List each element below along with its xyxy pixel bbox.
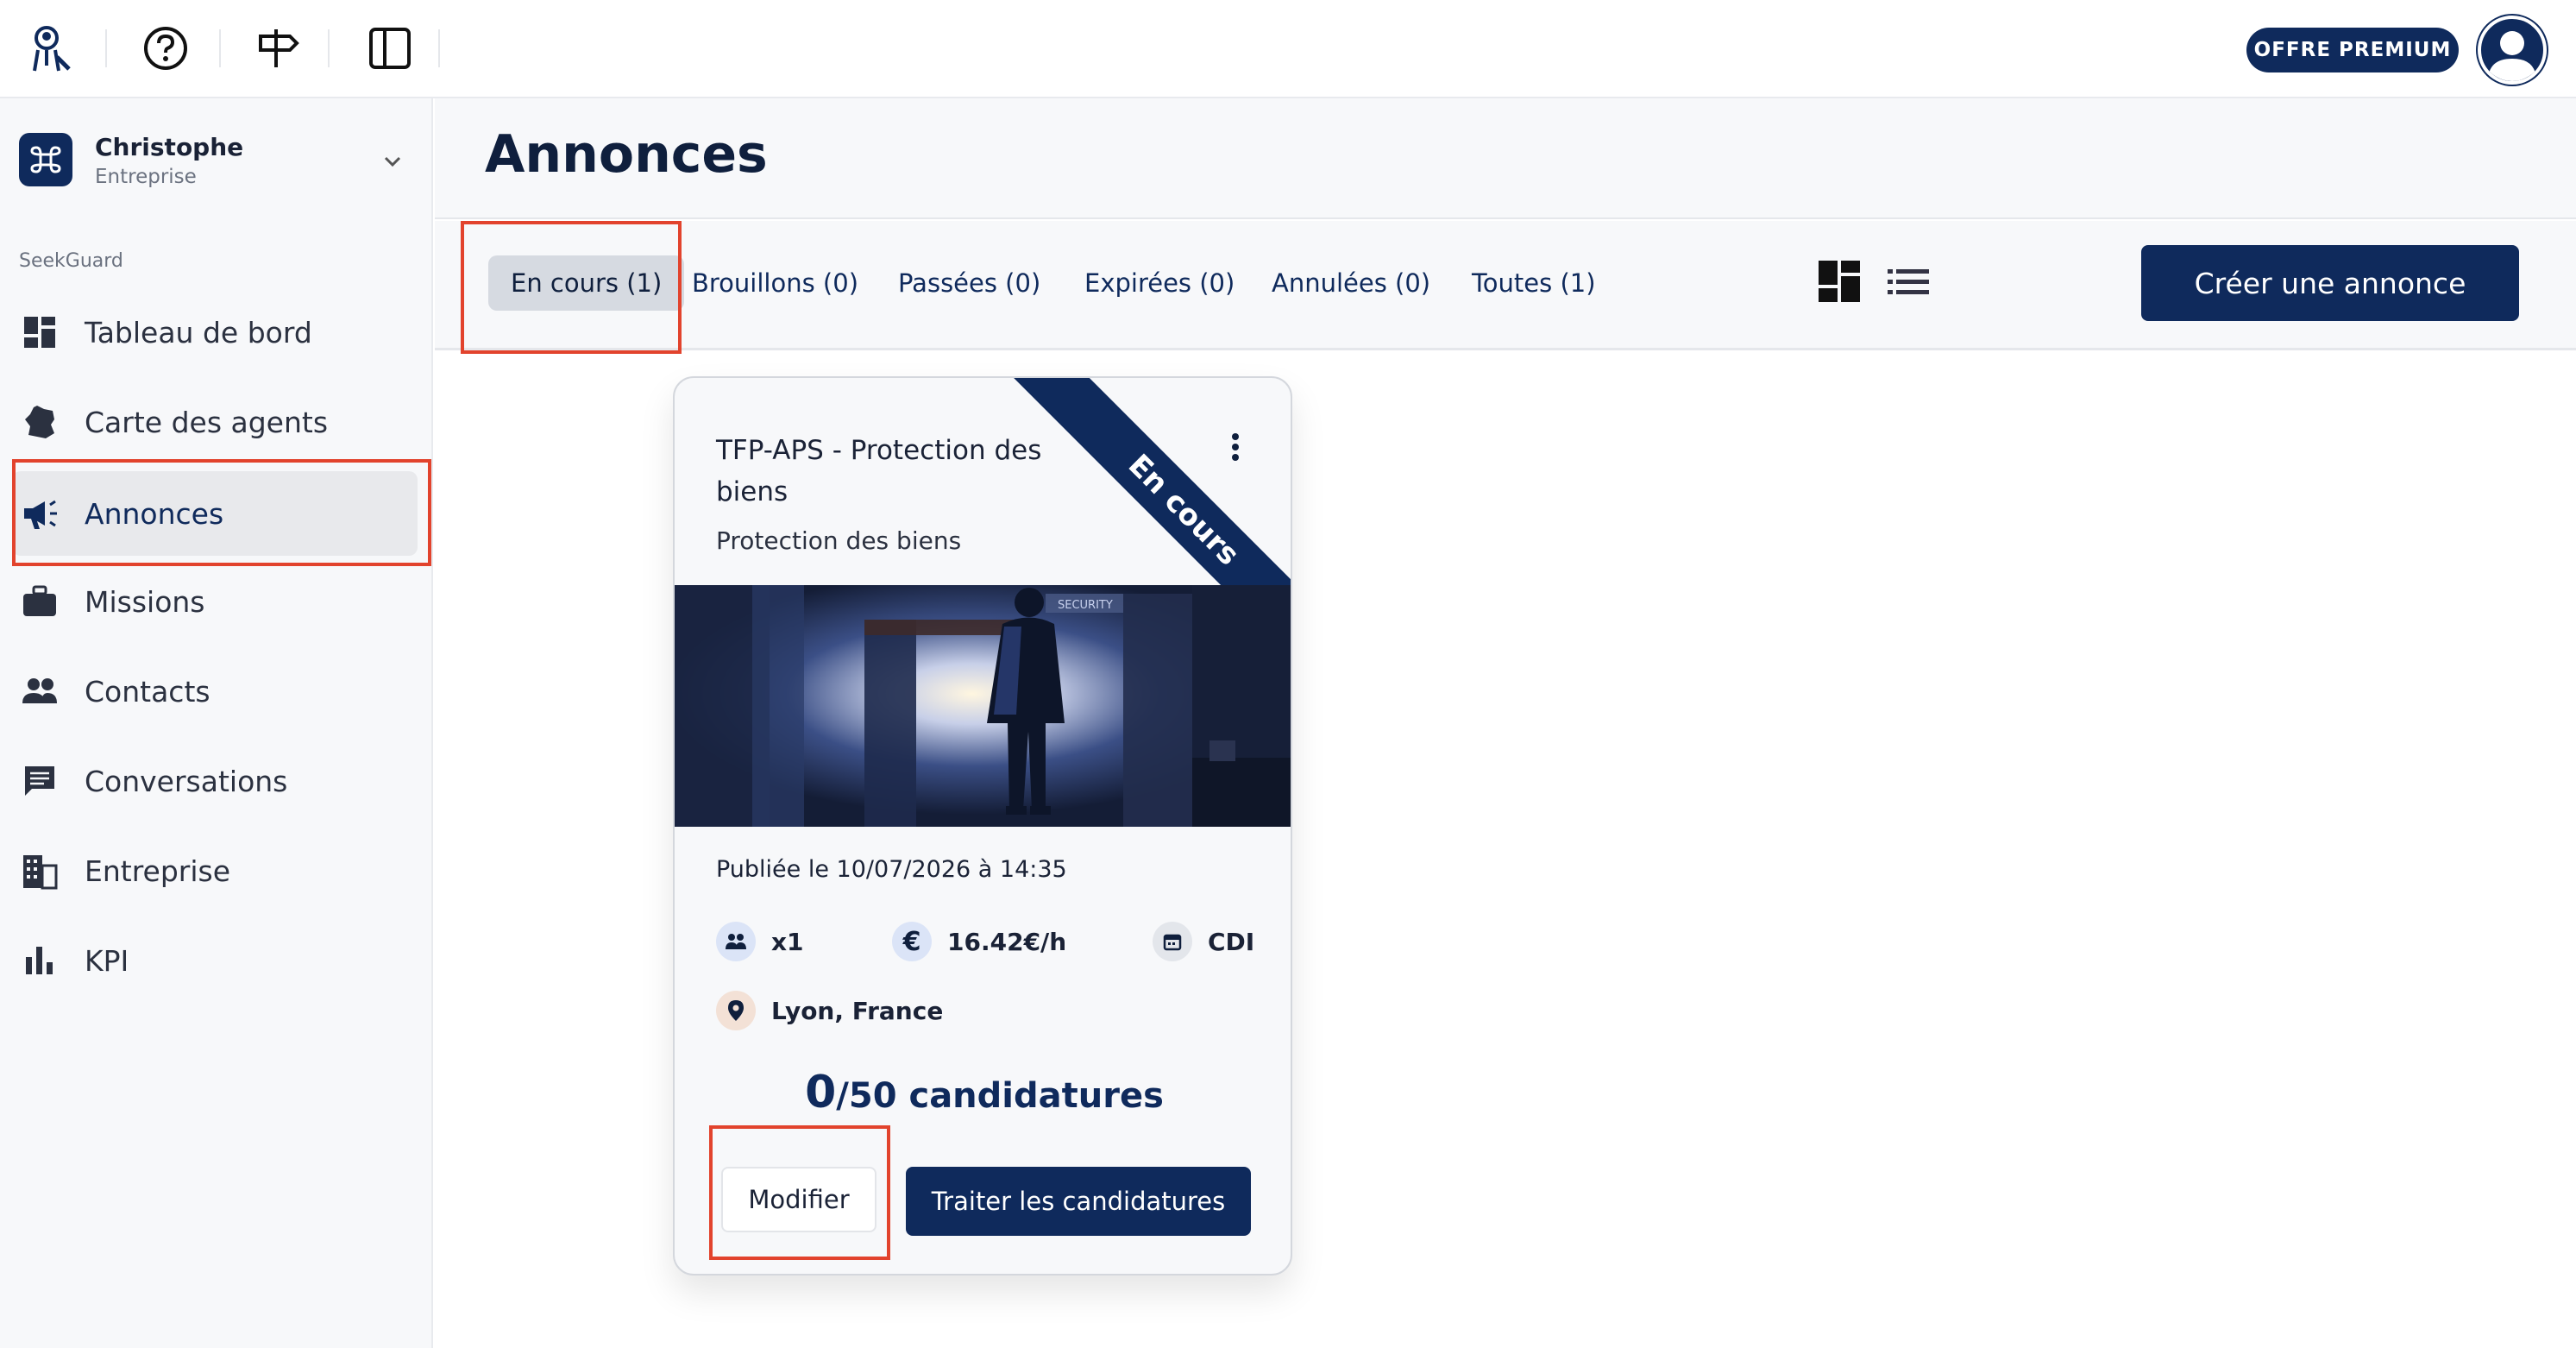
published-date: Publiée le 10/07/2026 à 14:35 bbox=[716, 856, 1067, 883]
sidebar-item-label: Entreprise bbox=[85, 854, 231, 888]
tab-passees[interactable]: Passées (0) bbox=[898, 255, 1040, 311]
avatar[interactable] bbox=[2478, 16, 2547, 85]
help-icon[interactable] bbox=[138, 21, 193, 76]
chevron-down-icon[interactable] bbox=[380, 148, 405, 174]
sidebar-item-kpi[interactable]: KPI bbox=[12, 918, 418, 1003]
announcement-card[interactable]: TFP-APS - Protection des biens Protectio… bbox=[673, 376, 1292, 1276]
contract-type-value: CDI bbox=[1208, 927, 1255, 956]
headcount: x1 bbox=[716, 920, 804, 963]
location-value: Lyon, France bbox=[771, 996, 944, 1025]
sidebar-item-label: Carte des agents bbox=[85, 405, 329, 439]
sidebar-item-label: Tableau de bord bbox=[85, 315, 312, 350]
building-icon bbox=[19, 850, 60, 891]
tab-annulees[interactable]: Annulées (0) bbox=[1272, 255, 1430, 311]
france-map-icon bbox=[19, 401, 60, 443]
sidebar-item-label: Contacts bbox=[85, 674, 210, 709]
modify-button[interactable]: Modifier bbox=[721, 1167, 876, 1232]
applications-total: /50 candidatures bbox=[836, 1076, 1164, 1116]
sidebar-item-entreprise[interactable]: Entreprise bbox=[12, 828, 418, 913]
hourly-rate: € 16.42€/h bbox=[892, 920, 1066, 963]
security-guard-image: SECURITY bbox=[675, 585, 1291, 827]
tab-toutes[interactable]: Toutes (1) bbox=[1472, 255, 1596, 311]
sidebar-section-label: SeekGuard bbox=[19, 250, 123, 272]
sidebar-item-tableau-de-bord[interactable]: Tableau de bord bbox=[12, 290, 418, 375]
sidebar-item-label: Conversations bbox=[85, 764, 288, 798]
tab-expirees[interactable]: Expirées (0) bbox=[1084, 255, 1235, 311]
card-subtitle: Protection des biens bbox=[716, 526, 962, 555]
list-view-icon[interactable] bbox=[1886, 259, 1931, 304]
sidebar-item-label: KPI bbox=[85, 943, 129, 978]
more-options-icon[interactable] bbox=[1227, 430, 1244, 464]
sidebar-item-label: Missions bbox=[85, 584, 205, 619]
create-announcement-button[interactable]: Créer une annonce bbox=[2141, 245, 2519, 321]
org-switcher[interactable]: Christophe Entreprise bbox=[19, 124, 401, 193]
sidebar-item-label: Annonces bbox=[85, 496, 224, 531]
process-applications-button[interactable]: Traiter les candidatures bbox=[906, 1167, 1251, 1236]
grid-view-icon[interactable] bbox=[1817, 259, 1862, 304]
sidebar-item-missions[interactable]: Missions bbox=[12, 559, 418, 644]
top-bar: OFFRE PREMIUM bbox=[0, 0, 2576, 98]
headcount-value: x1 bbox=[771, 927, 804, 956]
tab-brouillons[interactable]: Brouillons (0) bbox=[692, 255, 858, 311]
briefcase-icon bbox=[19, 581, 60, 622]
org-name: Christophe bbox=[95, 133, 244, 161]
security-sign-text: SECURITY bbox=[1058, 599, 1113, 612]
euro-icon: € bbox=[892, 922, 932, 961]
premium-offer-button[interactable]: OFFRE PREMIUM bbox=[2246, 28, 2459, 72]
sidebar-item-conversations[interactable]: Conversations bbox=[12, 739, 418, 823]
bar-chart-icon bbox=[19, 940, 60, 981]
location: Lyon, France bbox=[716, 989, 943, 1032]
people-icon bbox=[19, 671, 60, 712]
hourly-rate-value: 16.42€/h bbox=[947, 927, 1067, 956]
chat-icon bbox=[19, 760, 60, 802]
contract-type: CDI bbox=[1153, 920, 1254, 963]
command-icon bbox=[19, 133, 72, 186]
calendar-icon bbox=[1153, 922, 1192, 961]
applications-count: 0 bbox=[805, 1067, 837, 1118]
sidebar-item-contacts[interactable]: Contacts bbox=[12, 649, 418, 734]
page-title: Annonces bbox=[485, 124, 768, 185]
card-title: TFP-APS - Protection des biens bbox=[716, 435, 1042, 507]
org-type: Entreprise bbox=[95, 166, 197, 188]
signpost-icon[interactable] bbox=[250, 21, 305, 76]
sidebar-item-annonces[interactable]: Annonces bbox=[12, 471, 418, 556]
sidebar-toggle-icon[interactable] bbox=[362, 21, 418, 76]
applications-counter: 0/50 candidatures bbox=[675, 1067, 1291, 1118]
people-icon bbox=[716, 922, 756, 961]
tab-en-cours[interactable]: En cours (1) bbox=[488, 255, 685, 311]
location-pin-icon bbox=[716, 991, 756, 1030]
agent-logo-icon[interactable] bbox=[24, 21, 79, 76]
sidebar-item-carte-des-agents[interactable]: Carte des agents bbox=[12, 380, 418, 464]
megaphone-icon bbox=[19, 493, 60, 534]
dashboard-icon bbox=[19, 312, 60, 353]
